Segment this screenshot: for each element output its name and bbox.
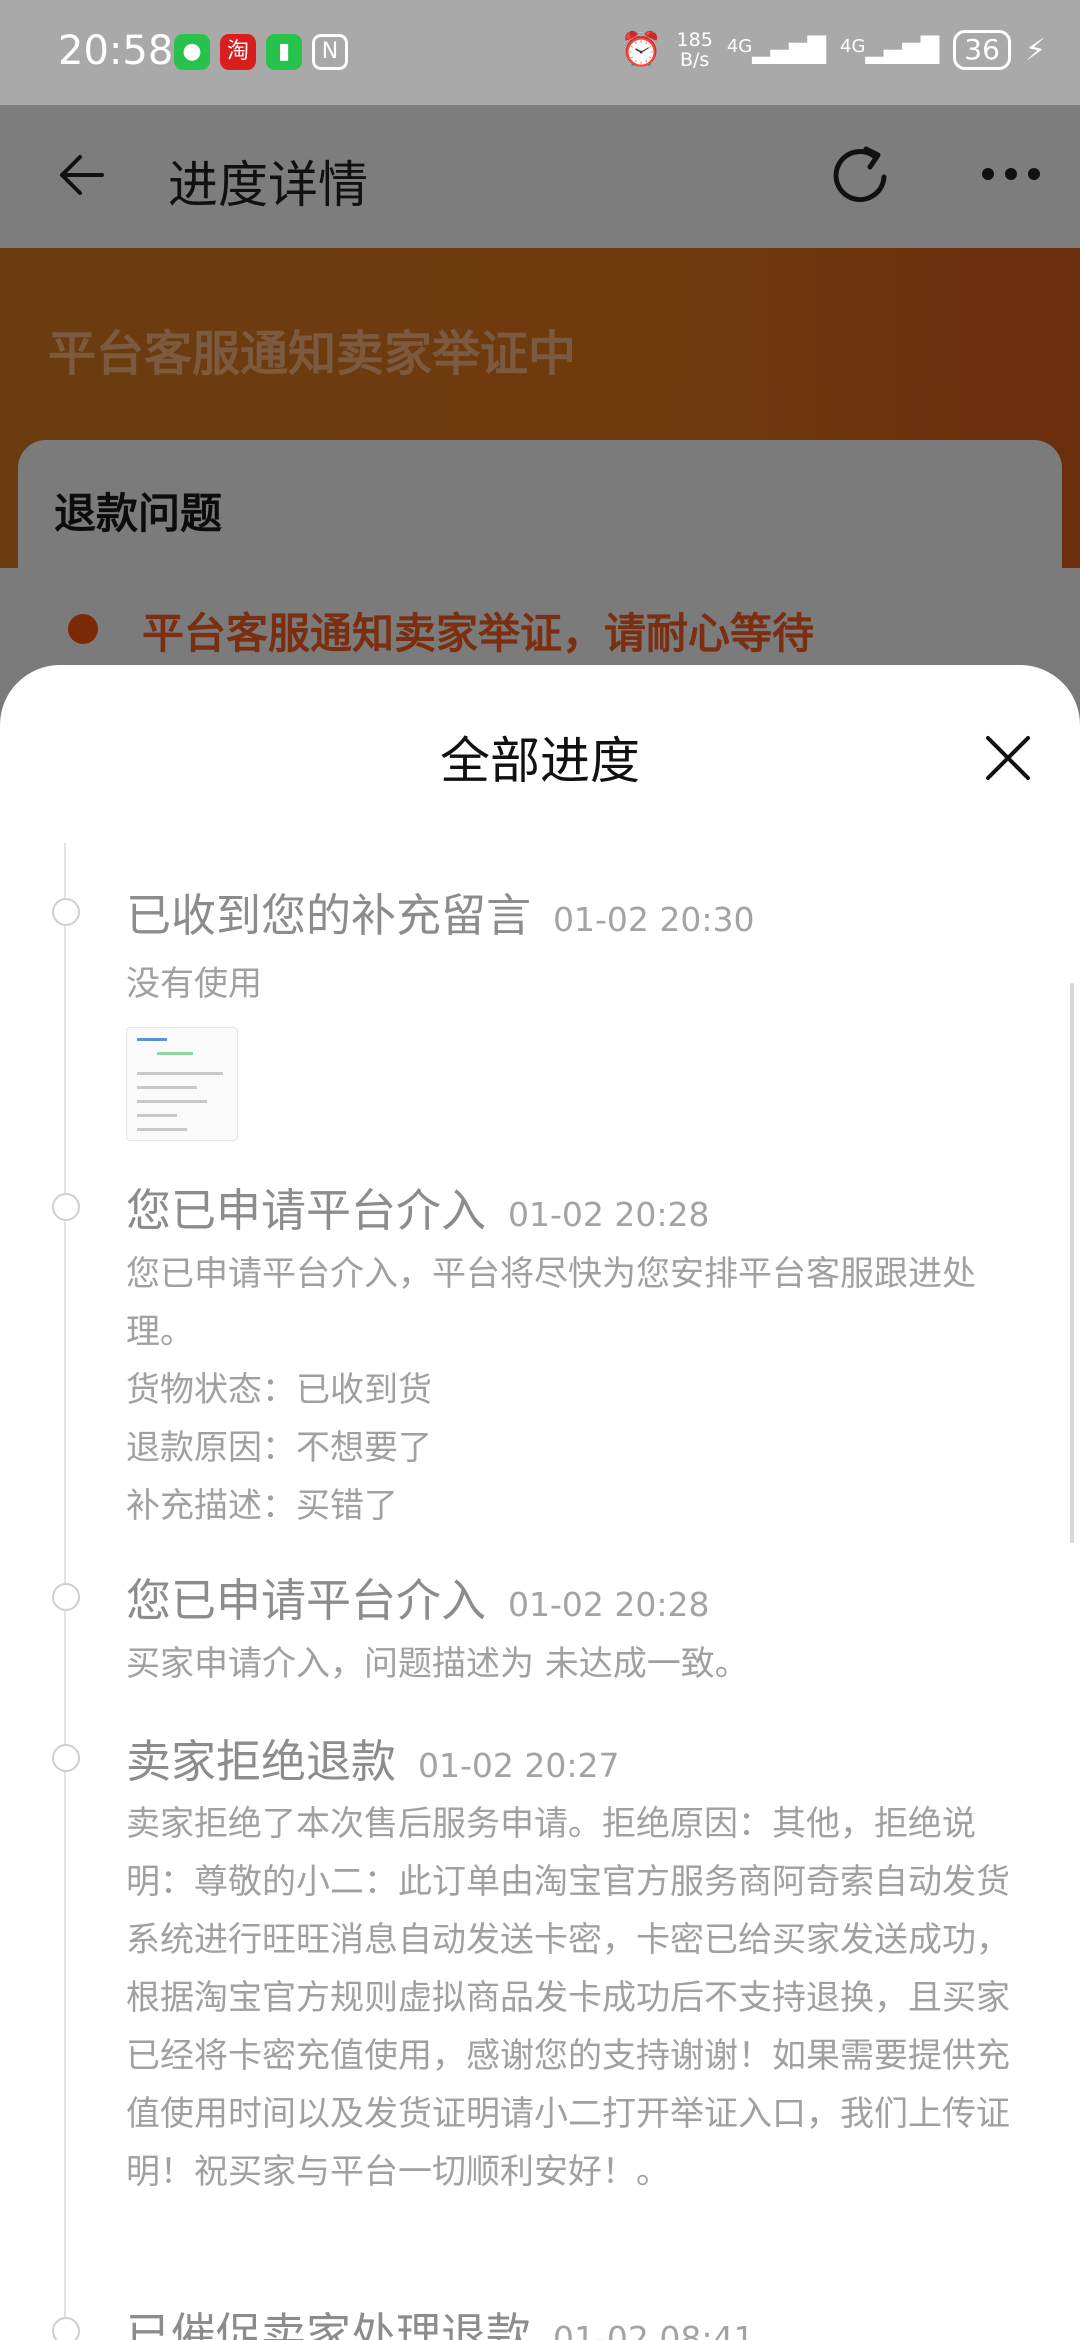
timeline-item-header: 已收到您的补充留言 01-02 20:30 [126, 879, 755, 944]
refresh-icon[interactable] [826, 141, 896, 211]
timeline-item-title: 您已申请平台介入 [126, 1184, 487, 1237]
battery-icon: 36 [953, 30, 1011, 70]
charging-icon: ⚡ [1024, 32, 1046, 68]
timeline-dot-icon [52, 898, 80, 926]
battery-app-icon: ▮ [266, 34, 302, 70]
net-speed-value: 185 [676, 29, 713, 51]
close-icon[interactable] [985, 735, 1031, 781]
progress-sheet: 全部进度 已收到您的补充留言 01-02 20:30 没有使用 您已申请平台介入 0… [0, 665, 1080, 2340]
page-title: 进度详情 [168, 156, 368, 214]
alarm-icon: ⏰ [620, 30, 663, 70]
status-dot-icon [68, 614, 98, 644]
refund-status-text: 平台客服通知卖家举证中 [48, 326, 577, 382]
back-arrow-icon[interactable] [52, 145, 112, 205]
timeline-item-title: 您已申请平台介入 [126, 1574, 487, 1627]
signal-icon: 4G▂▄▆█ [840, 36, 940, 64]
signal-icon: 4G▂▄▆█ [726, 36, 827, 64]
network-speed: 185 B/s [677, 30, 713, 70]
timeline-item-line: 退款原因：不想要了 [126, 1428, 432, 1468]
signal-label-1: 4G [726, 36, 753, 57]
nav-header: 进度详情 [0, 105, 1080, 248]
signal-label-2: 4G [840, 36, 866, 57]
status-indicators: ⏰ 185 B/s 4G▂▄▆█ 4G▂▄▆█ 36 ⚡ [620, 30, 1046, 70]
more-options-icon[interactable] [976, 149, 1046, 199]
timeline-item-desc: 卖家拒绝了本次售后服务申请。拒绝原因：其他，拒绝说明：尊敬的小二：此订单由淘宝官… [126, 1795, 1026, 2201]
taobao-app-icon: 淘 [220, 34, 256, 70]
net-speed-unit: B/s [680, 49, 710, 71]
timeline-dot-icon [52, 2317, 80, 2340]
timeline-item-desc: 没有使用 [126, 955, 1026, 1013]
timeline-item-desc: 买家申请介入，问题描述为 未达成一致。 [126, 1635, 1026, 1693]
timeline-item-title: 已收到您的补充留言 [126, 889, 532, 942]
timeline-item-line: 货物状态：已收到货 [126, 1370, 432, 1410]
timeline-item-line: 买家申请介入，问题描述为 未达成一致。 [126, 1644, 749, 1684]
timeline-item-time: 01-02 20:27 [418, 1746, 620, 1785]
timeline-item-header: 卖家拒绝退款 01-02 20:27 [126, 1725, 620, 1790]
timeline-item-header: 您已申请平台介入 01-02 20:28 [126, 1564, 710, 1629]
timeline-item-desc: 您已申请平台介入，平台将尽快为您安排平台客服跟进处理。 货物状态：已收到货 退款… [126, 1245, 1026, 1535]
timeline-dot-icon [52, 1744, 80, 1772]
timeline-item-line: 您已申请平台介入，平台将尽快为您安排平台客服跟进处理。 [126, 1254, 976, 1352]
timeline-dot-icon [52, 1193, 80, 1221]
timeline-item-title: 卖家拒绝退款 [126, 1735, 397, 1788]
timeline-item-time: 01-02 20:30 [553, 900, 755, 939]
timeline-item-header: 已催促卖家处理退款 01-02 08:41 [126, 2298, 755, 2340]
card-title: 退款问题 [54, 489, 223, 538]
sheet-title: 全部进度 [440, 732, 640, 790]
timeline-item-line: 补充描述：买错了 [126, 1486, 398, 1526]
timeline-item-line: 没有使用 [126, 964, 262, 1004]
scrollbar[interactable] [1070, 983, 1074, 1543]
timeline-item-time: 01-02 20:28 [508, 1585, 710, 1624]
nfc-icon: N [312, 34, 348, 70]
attachment-thumbnail[interactable] [126, 1027, 238, 1141]
timeline-item-title: 已催促卖家处理退款 [126, 2308, 532, 2340]
status-time: 20:58 [58, 28, 174, 74]
timeline-item-header: 您已申请平台介入 01-02 20:28 [126, 1174, 710, 1239]
timeline-item-time: 01-02 08:41 [553, 2319, 755, 2340]
timeline-item-line: 卖家拒绝了本次售后服务申请。拒绝原因：其他，拒绝说明：尊敬的小二：此订单由淘宝官… [126, 1804, 1010, 2192]
card-message: 平台客服通知卖家举证，请耐心等待 [142, 609, 815, 658]
wechat-icon: ● [174, 34, 210, 70]
status-bar: 20:58 ● 淘 ▮ N ⏰ 185 B/s 4G▂▄▆█ 4G▂▄▆█ 36… [0, 0, 1080, 105]
timeline-item-time: 01-02 20:28 [508, 1195, 710, 1234]
timeline-dot-icon [52, 1583, 80, 1611]
